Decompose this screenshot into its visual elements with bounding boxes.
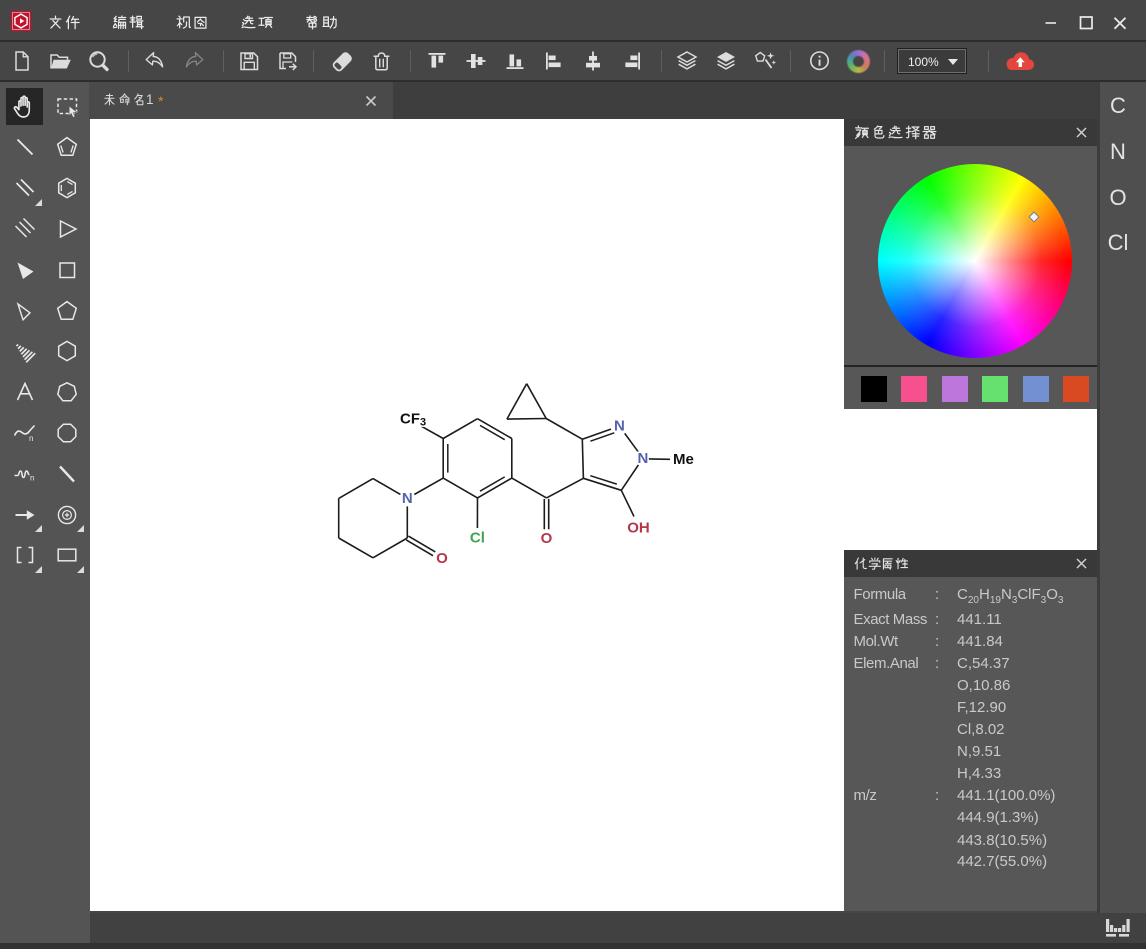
svg-text:CF3: CF3 — [400, 411, 426, 429]
svg-text:N: N — [402, 490, 413, 507]
svg-text:n: n — [29, 434, 33, 443]
svg-text:n: n — [30, 473, 34, 482]
svg-text:O: O — [541, 530, 553, 547]
svg-text:N: N — [637, 450, 648, 467]
svg-text:N: N — [614, 418, 625, 435]
svg-text:OH: OH — [627, 520, 650, 537]
svg-text:Me: Me — [673, 451, 694, 468]
svg-text:O: O — [436, 550, 448, 567]
svg-text:Cl: Cl — [470, 530, 485, 547]
